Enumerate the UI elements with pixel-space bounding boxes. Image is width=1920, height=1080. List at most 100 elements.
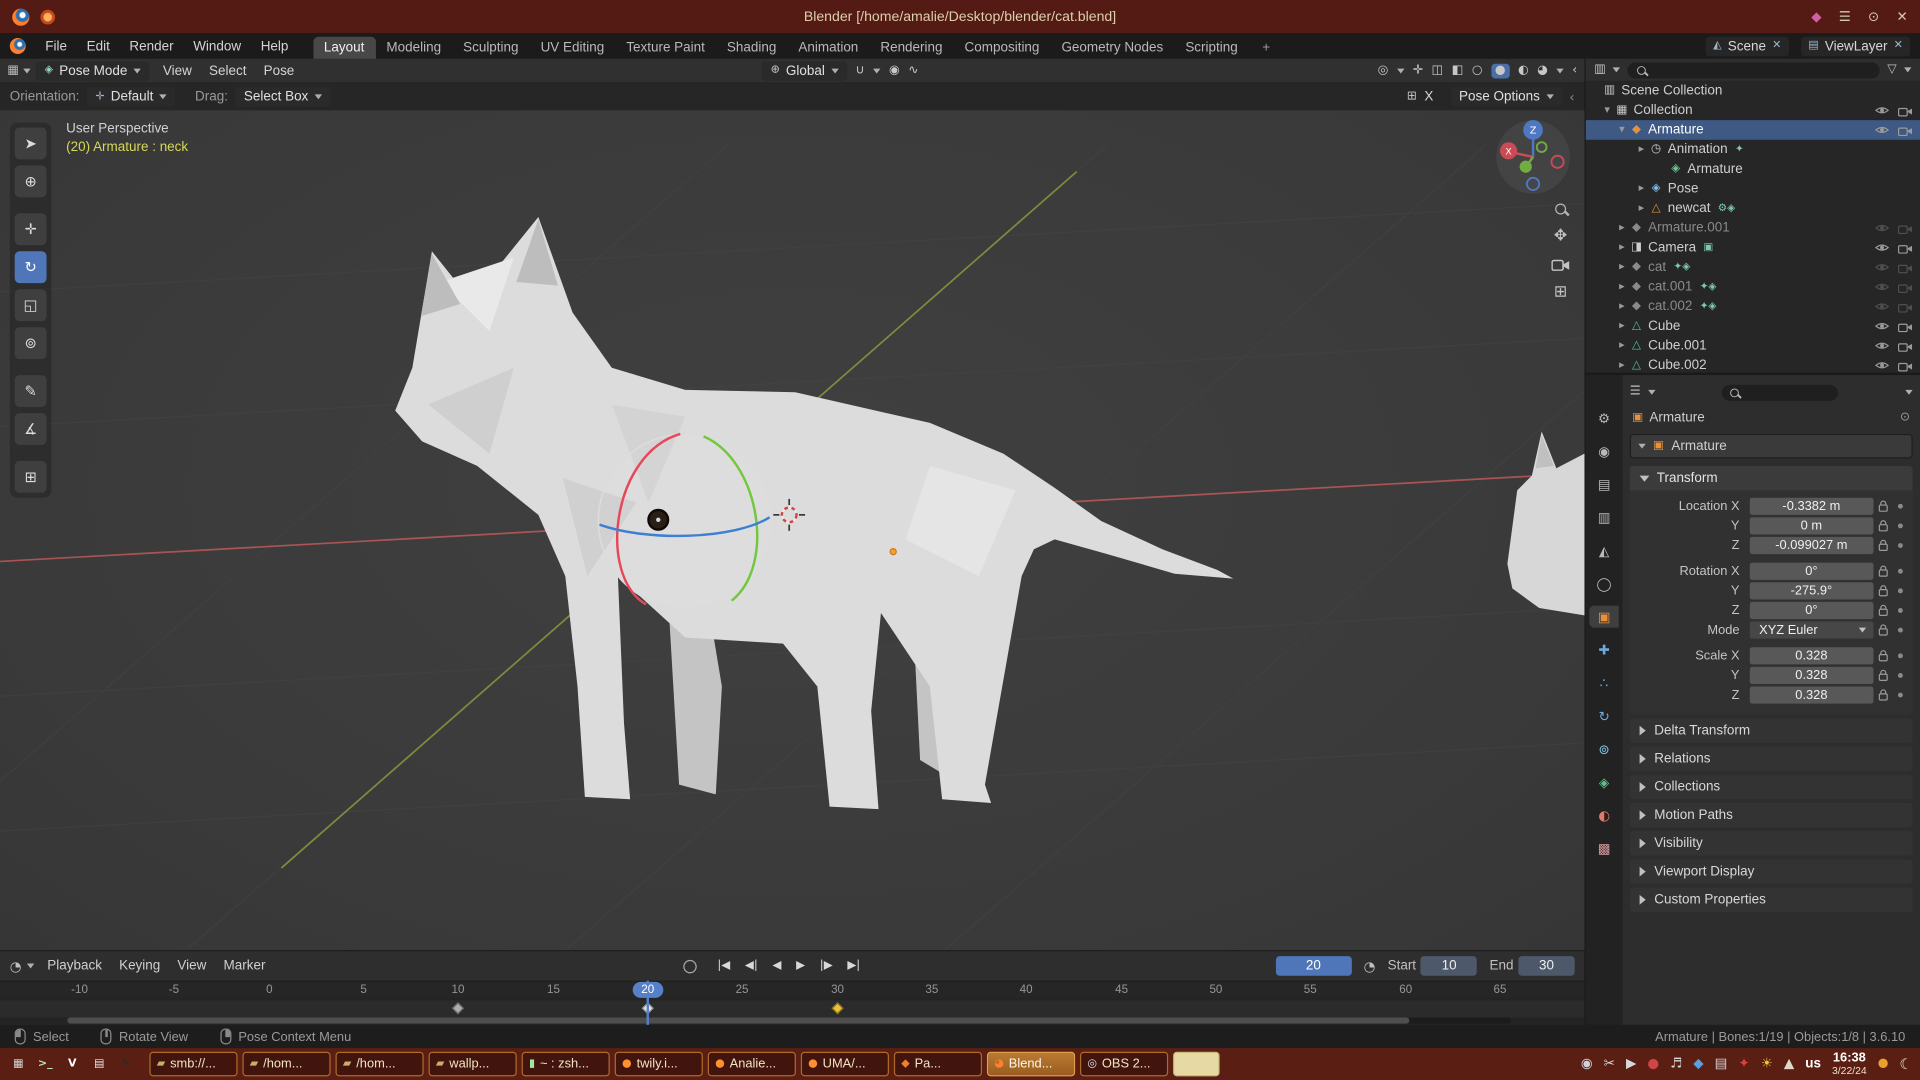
tab-view-layer[interactable]: ▥ xyxy=(1589,506,1618,528)
keyboard-layout-indicator[interactable]: us xyxy=(1805,1057,1821,1072)
expand-arrow-icon[interactable]: ▾ xyxy=(1615,124,1628,135)
expand-arrow-icon[interactable]: ▸ xyxy=(1615,222,1628,233)
lock-icon[interactable] xyxy=(1873,623,1893,635)
outliner-item-label[interactable]: Animation xyxy=(1668,142,1728,157)
expand-arrow-icon[interactable]: ▸ xyxy=(1615,262,1628,273)
pan-hand-icon[interactable]: ✥ xyxy=(1554,228,1567,244)
shading-wireframe-icon[interactable]: ○ xyxy=(1472,64,1483,76)
tab-physics[interactable]: ↻ xyxy=(1589,705,1618,727)
rotate-gizmo[interactable] xyxy=(598,434,772,608)
menu-item[interactable]: Edit xyxy=(77,36,120,56)
timeline-menu[interactable]: Keying xyxy=(111,956,169,976)
lock-icon[interactable] xyxy=(1873,669,1893,681)
timeline-menu[interactable]: Playback xyxy=(39,956,111,976)
frame-start-field[interactable]: 10 xyxy=(1421,956,1477,976)
disable-render-camera-icon[interactable] xyxy=(1898,340,1913,351)
tool-cursor[interactable]: ⊕ xyxy=(15,165,47,197)
value-field[interactable]: 0.328 xyxy=(1749,686,1873,703)
outliner-row[interactable]: ▸ ◆ Armature.001 xyxy=(1586,218,1920,238)
outliner-item-label[interactable]: Scene Collection xyxy=(1621,83,1722,98)
outliner-row[interactable]: ▸ △ newcat ⚙◈ xyxy=(1586,199,1920,219)
timeline-tracks[interactable] xyxy=(0,998,1584,1025)
value-field[interactable]: -0.099027 m xyxy=(1749,536,1873,553)
workspace-tab[interactable]: Texture Paint xyxy=(615,36,716,58)
value-field[interactable]: XYZ Euler xyxy=(1749,621,1873,638)
tab-texture[interactable]: ▩ xyxy=(1589,837,1618,859)
outliner-item-label[interactable]: Cube.002 xyxy=(1648,358,1706,373)
outliner-item-label[interactable]: newcat xyxy=(1668,201,1711,216)
tab-render[interactable]: ◉ xyxy=(1589,440,1618,462)
expand-arrow-icon[interactable]: ▸ xyxy=(1615,340,1628,351)
tab-material[interactable]: ◐ xyxy=(1589,804,1618,826)
outliner-row[interactable]: ▸ ◷ Animation ✦ xyxy=(1586,140,1920,160)
hide-eye-icon[interactable] xyxy=(1875,302,1890,312)
tray-icon-player[interactable]: ▶ xyxy=(1626,1057,1636,1070)
viewport-menu[interactable]: Select xyxy=(200,61,255,81)
gizmos-toggle-icon[interactable]: ✛ xyxy=(1413,64,1423,76)
viewport-menu[interactable]: View xyxy=(154,61,200,81)
titlebar[interactable]: Blender [/home/amalie/Desktop/blender/ca… xyxy=(0,0,1920,33)
tab-data[interactable]: ◈ xyxy=(1589,771,1618,793)
disable-render-camera-icon[interactable] xyxy=(1898,222,1913,233)
tray-icon-clipboard[interactable]: ✂ xyxy=(1604,1057,1615,1070)
taskbar-window-button[interactable]: ◕ Blend... xyxy=(987,1052,1075,1077)
outliner-row[interactable]: ▾ ◆ Armature xyxy=(1586,120,1920,140)
outliner-row[interactable]: ▾ ▦ Collection xyxy=(1586,101,1920,121)
animate-dot[interactable] xyxy=(1893,588,1908,593)
properties-section-header[interactable]: Visibility xyxy=(1630,831,1913,856)
launcher-menu[interactable]: ▦ xyxy=(7,1053,29,1075)
lock-icon[interactable] xyxy=(1873,539,1893,551)
viewport-canvas[interactable] xyxy=(0,110,1584,950)
value-field[interactable]: -0.3382 m xyxy=(1749,497,1873,514)
outliner-item-label[interactable]: cat.002 xyxy=(1648,299,1692,314)
mode-dropdown[interactable]: ◈ Pose Mode xyxy=(36,61,149,81)
tray-icon-network[interactable]: ▤ xyxy=(1715,1057,1728,1070)
taskbar-window-button[interactable]: ◆ Pa... xyxy=(894,1052,982,1077)
close-window-icon[interactable]: ✕ xyxy=(1896,10,1907,23)
menu-item[interactable]: Help xyxy=(251,36,298,56)
outliner-item-label[interactable]: Cube xyxy=(1648,319,1680,334)
current-frame-field[interactable]: 20 xyxy=(1275,956,1351,976)
snap-magnet-icon[interactable]: ∪ xyxy=(855,64,864,76)
xray-toggle-icon[interactable]: ◧ xyxy=(1452,64,1464,76)
properties-options-caret-icon[interactable] xyxy=(1905,390,1912,395)
value-field[interactable]: 0 m xyxy=(1749,517,1873,534)
lock-icon[interactable] xyxy=(1873,688,1893,700)
pin-window-icon[interactable]: ◆ xyxy=(1811,10,1821,23)
timeline-editor-caret-icon[interactable] xyxy=(26,964,33,969)
mirror-grid-icon[interactable]: ⊞ xyxy=(1407,91,1417,103)
tool-measure[interactable]: ∡ xyxy=(15,413,47,445)
menu-item[interactable]: File xyxy=(36,36,77,56)
workspace-tab[interactable]: Scripting xyxy=(1174,36,1248,58)
animate-dot[interactable] xyxy=(1893,627,1908,632)
expand-arrow-icon[interactable]: ▸ xyxy=(1635,203,1648,214)
tray-icon-bluetooth[interactable]: ◆ xyxy=(1693,1057,1703,1070)
jump-start-button[interactable]: |◀ xyxy=(711,958,736,975)
tool-scale[interactable]: ◱ xyxy=(15,289,47,321)
timeline-menu[interactable]: Marker xyxy=(215,956,274,976)
navigation-gizmo[interactable]: Z X xyxy=(1494,118,1572,203)
disable-render-camera-icon[interactable] xyxy=(1898,301,1913,312)
taskbar-window-button[interactable]: ▰ smb://... xyxy=(149,1052,237,1077)
playhead[interactable]: 20 xyxy=(633,982,663,998)
transform-panel-header[interactable]: Transform xyxy=(1630,466,1913,491)
hide-eye-icon[interactable] xyxy=(1875,105,1890,115)
animate-dot[interactable] xyxy=(1893,672,1908,677)
tab-modifiers[interactable]: ✚ xyxy=(1589,639,1618,661)
view-layer-selector[interactable]: ▤ ViewLayer ✕ xyxy=(1801,36,1910,56)
menu-item[interactable]: Render xyxy=(120,36,184,56)
outliner-editor-caret-icon[interactable] xyxy=(1613,67,1620,72)
outliner-item-label[interactable]: Armature xyxy=(1648,123,1703,138)
menu-item[interactable]: Window xyxy=(183,36,251,56)
outliner-search-input[interactable] xyxy=(1628,62,1880,78)
tray-icon-audio[interactable]: ♬ xyxy=(1670,1057,1682,1070)
scene-unlink-icon[interactable]: ✕ xyxy=(1772,40,1781,51)
animate-dot[interactable] xyxy=(1893,607,1908,612)
outliner-item-label[interactable]: Collection xyxy=(1633,103,1692,118)
expand-arrow-icon[interactable]: ▸ xyxy=(1615,321,1628,332)
use-preview-range-icon[interactable]: ◔ xyxy=(1364,959,1376,972)
properties-editor-icon[interactable]: ☰ xyxy=(1630,386,1641,398)
outliner-row[interactable]: ▸ ◆ cat.002 ✦◈ xyxy=(1586,297,1920,317)
expand-arrow-icon[interactable]: ▸ xyxy=(1615,360,1628,371)
tab-scene[interactable]: ◭ xyxy=(1589,539,1618,561)
